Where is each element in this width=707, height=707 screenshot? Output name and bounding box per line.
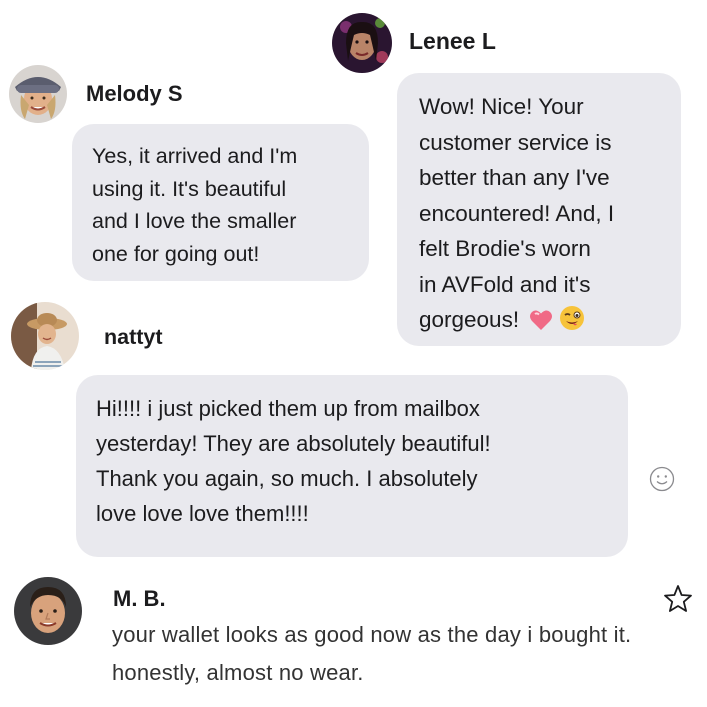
- author-name-lenee: Lenee L: [409, 28, 496, 54]
- nattyt-avatar[interactable]: [11, 302, 79, 370]
- message-text-lenee: Wow! Nice! Your customer service is bett…: [419, 94, 615, 332]
- author-name-nattyt: nattyt: [104, 325, 163, 349]
- lenee-avatar[interactable]: [332, 13, 392, 73]
- message-text-nattyt: Hi!!!! i just picked them up from mailbo…: [96, 396, 491, 526]
- lenee-avatar-image: [332, 13, 392, 73]
- message-bubble-melody: Yes, it arrived and I'm using it. It's b…: [72, 124, 369, 281]
- winking-face-emoji: [559, 305, 585, 342]
- melody-avatar[interactable]: [9, 65, 67, 123]
- mb-avatar-image: [14, 577, 82, 645]
- review-text-mb: your wallet looks as good now as the day…: [112, 622, 632, 685]
- author-name-melody: Melody S: [86, 81, 183, 106]
- melody-avatar-image: [9, 65, 67, 123]
- nattyt-avatar-image: [11, 302, 79, 370]
- mb-avatar[interactable]: [14, 577, 82, 645]
- message-bubble-lenee: Wow! Nice! Your customer service is bett…: [397, 73, 681, 346]
- heart-emoji: [529, 306, 553, 342]
- message-text-melody: Yes, it arrived and I'm using it. It's b…: [92, 144, 298, 266]
- author-name-mb: M. B.: [113, 586, 166, 611]
- star-icon[interactable]: [662, 583, 694, 615]
- message-bubble-nattyt: Hi!!!! i just picked them up from mailbo…: [76, 375, 628, 557]
- smiley-reaction-icon[interactable]: [649, 466, 675, 492]
